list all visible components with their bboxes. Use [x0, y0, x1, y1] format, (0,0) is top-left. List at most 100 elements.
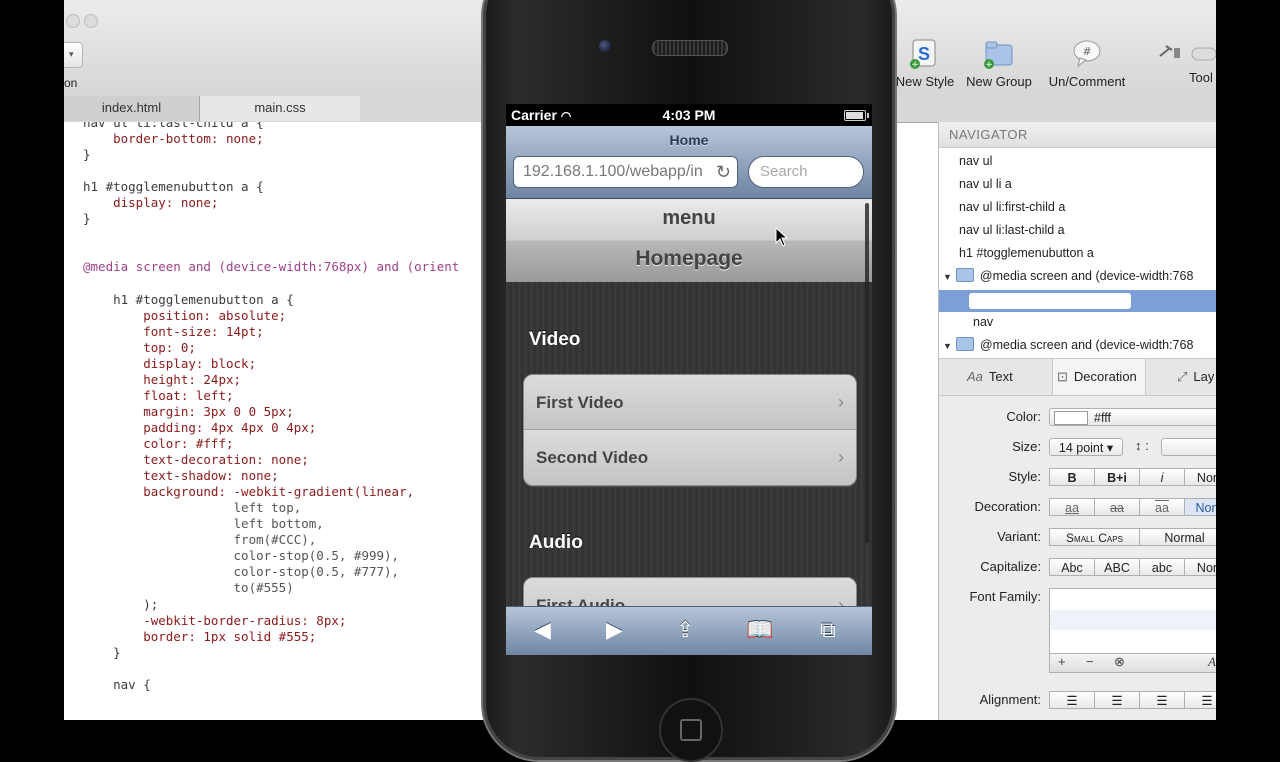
status-bar: Carrier ◠ 4:03 PM	[506, 104, 872, 126]
toggle-menu-button[interactable]: menu	[506, 207, 872, 230]
navigator-item[interactable]: nav ul li:last-child a	[959, 221, 1065, 239]
tabs-icon[interactable]: ⧉	[820, 617, 836, 643]
code-line[interactable]: margin: 3px 0 0 5px;	[83, 404, 294, 420]
share-icon[interactable]: ⇪	[676, 617, 694, 643]
code-line[interactable]: h1 #togglemenubutton a {	[83, 179, 264, 195]
color-field[interactable]: #fff	[1049, 408, 1216, 426]
toolbar-popup-button[interactable]: ▾	[64, 42, 83, 68]
code-line[interactable]: display: block;	[83, 356, 256, 372]
uppercase-button[interactable]: ABC	[1094, 558, 1140, 576]
font-style-icon[interactable]: A	[1208, 654, 1216, 670]
code-line[interactable]: text-decoration: none;	[83, 452, 309, 468]
list-item[interactable]: Second Video ›	[524, 430, 856, 485]
font-family-label: Font Family:	[969, 589, 1041, 604]
code-line[interactable]: padding: 4px 4px 0 4px;	[83, 420, 316, 436]
align-justify-button[interactable]: ☰	[1184, 691, 1216, 709]
home-button[interactable]	[659, 698, 723, 762]
code-line[interactable]: }	[83, 645, 121, 661]
tab-decoration[interactable]: ⊡ Decoration	[1052, 359, 1146, 395]
tab-index-html[interactable]: index.html	[64, 96, 200, 121]
code-line[interactable]: float: left;	[83, 388, 233, 404]
code-line[interactable]: from(#CCC),	[83, 532, 317, 548]
capitalize-button[interactable]: Abc	[1049, 558, 1095, 576]
tab-layout[interactable]: ⤢ Lay	[1177, 359, 1214, 395]
decoration-none-button[interactable]: Non	[1184, 498, 1216, 516]
underline-button[interactable]: aa	[1049, 498, 1095, 516]
code-line[interactable]: left top,	[83, 500, 302, 516]
navigator-item[interactable]: nav ul li:first-child a	[959, 198, 1065, 216]
align-left-button[interactable]: ☰	[1049, 691, 1095, 709]
code-line[interactable]: nav {	[83, 677, 151, 693]
code-line[interactable]: );	[83, 597, 158, 613]
list-item[interactable]: First Video ›	[524, 375, 856, 430]
url-field[interactable]: 192.168.1.100/webapp/in ↻	[513, 156, 738, 188]
back-icon[interactable]: ◀	[534, 617, 551, 643]
chevron-right-icon: ›	[838, 392, 844, 412]
reload-icon[interactable]: ↻	[711, 157, 731, 187]
remove-font-button[interactable]: −	[1086, 654, 1094, 670]
style-bold-button[interactable]: B	[1049, 468, 1095, 486]
code-line[interactable]: background: -webkit-gradient(linear,	[83, 484, 414, 500]
code-line[interactable]: position: absolute;	[83, 308, 286, 324]
code-line[interactable]: color-stop(0.5, #999),	[83, 548, 400, 564]
font-action-icon[interactable]: ⊗	[1114, 654, 1125, 670]
scrollbar[interactable]	[865, 203, 869, 543]
tools-button[interactable]: Tool	[1156, 38, 1216, 85]
status-clock: 4:03 PM	[662, 107, 716, 123]
variant-normal-button[interactable]: Normal	[1139, 528, 1216, 546]
color-swatch[interactable]	[1054, 411, 1088, 425]
code-line[interactable]: font-size: 14pt;	[83, 324, 263, 340]
capitalize-none-button[interactable]: Nor	[1184, 558, 1216, 576]
code-line[interactable]: }	[83, 211, 91, 227]
code-editor[interactable]: nav ul li:last-child a { border-bottom: …	[64, 122, 484, 720]
new-group-button[interactable]: + New Group	[964, 38, 1034, 89]
navigator-item[interactable]: nav ul li a	[959, 175, 1012, 193]
disclosure-triangle-icon[interactable]: ▼	[943, 272, 952, 282]
new-style-button[interactable]: S + New Style	[892, 38, 958, 89]
code-line[interactable]: h1 #togglemenubutton a {	[83, 292, 294, 308]
code-line[interactable]: top: 0;	[83, 340, 196, 356]
strikethrough-button[interactable]: aa	[1094, 498, 1140, 516]
code-line[interactable]: border: 1px solid #555;	[83, 629, 316, 645]
line-height-field[interactable]	[1161, 438, 1216, 456]
style-bold-italic-button[interactable]: B+i	[1094, 468, 1140, 486]
add-font-button[interactable]: +	[1058, 654, 1066, 670]
code-line[interactable]: display: none;	[83, 195, 218, 211]
navigator-rename-field[interactable]	[969, 293, 1131, 309]
navigator-folder[interactable]: ▼ @media screen and (device-width:768	[943, 267, 1193, 285]
code-line[interactable]: }	[83, 147, 91, 163]
small-caps-button[interactable]: Small Caps	[1049, 528, 1140, 546]
size-select[interactable]: 14 point ▾	[1049, 438, 1123, 456]
search-field[interactable]: Search	[748, 156, 864, 188]
code-line[interactable]: to(#555)	[83, 580, 294, 596]
tab-main-css[interactable]: main.css	[200, 96, 360, 121]
code-line[interactable]: nav ul li:last-child a {	[83, 122, 264, 131]
uncomment-button[interactable]: # Un/Comment	[1044, 38, 1130, 89]
code-line[interactable]: text-shadow: none;	[83, 468, 278, 484]
lowercase-button[interactable]: abc	[1139, 558, 1185, 576]
code-line[interactable]: @media screen and (device-width:768px) a…	[83, 259, 459, 275]
bookmarks-icon[interactable]: 📖	[746, 617, 773, 643]
overline-button[interactable]: aa	[1139, 498, 1185, 516]
navigator-item[interactable]: h1 #togglemenubutton a	[959, 244, 1094, 262]
navigator-item[interactable]: nav ul	[959, 152, 992, 170]
new-style-icon: S +	[909, 38, 941, 70]
code-line[interactable]: -webkit-border-radius: 8px;	[83, 613, 346, 629]
font-family-selected-row[interactable]	[1050, 610, 1216, 630]
style-italic-button[interactable]: i	[1139, 468, 1185, 486]
window-button-1[interactable]	[66, 14, 80, 28]
forward-icon[interactable]: ▶	[606, 617, 623, 643]
code-line[interactable]: height: 24px;	[83, 372, 241, 388]
code-line[interactable]: left bottom,	[83, 516, 324, 532]
align-center-button[interactable]: ☰	[1094, 691, 1140, 709]
code-line[interactable]: border-bottom: none;	[83, 131, 264, 147]
code-line[interactable]: color-stop(0.5, #777),	[83, 564, 400, 580]
navigator-folder[interactable]: ▼ @media screen and (device-width:768	[943, 336, 1193, 354]
disclosure-triangle-icon[interactable]: ▼	[943, 341, 952, 351]
style-normal-button[interactable]: Nor	[1184, 468, 1216, 486]
window-button-2[interactable]	[84, 14, 98, 28]
code-line[interactable]: color: #fff;	[83, 436, 233, 452]
navigator-item[interactable]: nav	[973, 313, 993, 331]
align-right-button[interactable]: ☰	[1139, 691, 1185, 709]
tab-text[interactable]: Aa Text	[967, 359, 1013, 395]
